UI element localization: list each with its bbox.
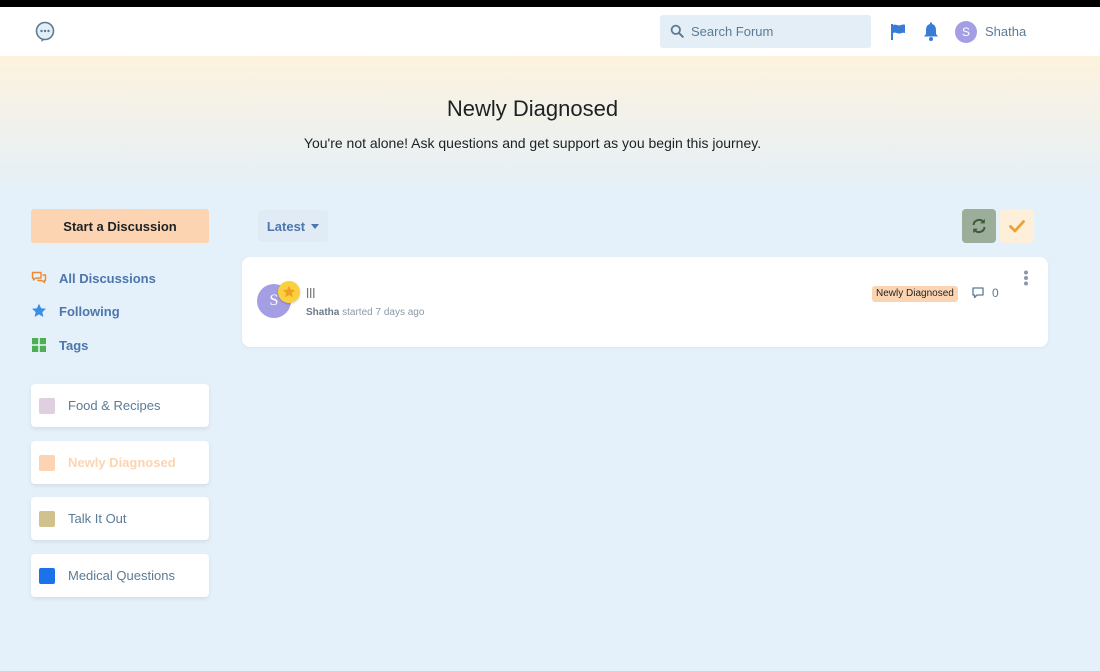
discussion-title[interactable]: lll xyxy=(306,285,315,301)
nav-tags[interactable]: Tags xyxy=(31,335,88,355)
nav-all-discussions[interactable]: All Discussions xyxy=(31,268,156,288)
user-avatar[interactable]: S xyxy=(955,21,977,43)
comments-icon xyxy=(31,271,47,284)
grid-icon xyxy=(32,338,46,352)
tag-talk-it-out[interactable]: Talk It Out xyxy=(31,497,209,540)
nav-following[interactable]: Following xyxy=(31,301,120,321)
tag-color-swatch xyxy=(39,567,55,584)
discussion-list-item[interactable]: S lll Shatha started 7 days ago Newly Di… xyxy=(242,257,1048,347)
top-strip xyxy=(0,0,1100,7)
tag-label: Newly Diagnosed xyxy=(68,455,176,470)
start-discussion-button[interactable]: Start a Discussion xyxy=(31,209,209,243)
sort-label: Latest xyxy=(266,218,306,234)
tag-medical-questions[interactable]: Medical Questions xyxy=(31,554,209,597)
tag-food-recipes[interactable]: Food & Recipes xyxy=(31,384,209,427)
header: Search Forum S Shatha xyxy=(0,7,1100,56)
tag-color-swatch xyxy=(39,510,55,527)
bell-icon[interactable] xyxy=(922,22,940,42)
tag-label: Talk It Out xyxy=(68,511,127,526)
tag-newly-diagnosed[interactable]: Newly Diagnosed xyxy=(31,441,209,484)
nav-label: Tags xyxy=(59,337,89,353)
tag-label: Medical Questions xyxy=(68,568,175,583)
tag-color-swatch xyxy=(39,397,55,414)
mark-all-read-button[interactable] xyxy=(1000,209,1034,243)
tag-label: Food & Recipes xyxy=(68,398,161,413)
nav-label: Following xyxy=(59,303,120,319)
discussion-started: started 7 days ago xyxy=(342,307,425,318)
discussion-author[interactable]: Shatha xyxy=(306,307,339,318)
reply-count: 0 xyxy=(971,286,999,300)
chat-bubble-icon[interactable] xyxy=(34,21,56,43)
refresh-button[interactable] xyxy=(962,209,996,243)
nav-label: All Discussions xyxy=(59,270,156,286)
sort-dropdown[interactable]: Latest xyxy=(258,210,328,242)
page-subtitle: You're not alone! Ask questions and get … xyxy=(303,135,762,151)
user-name[interactable]: Shatha xyxy=(985,24,1026,39)
page-title: Newly Diagnosed xyxy=(446,96,619,121)
hero-banner: Newly Diagnosed You're not alone! Ask qu… xyxy=(0,56,1100,196)
refresh-icon xyxy=(972,218,986,234)
check-icon xyxy=(1009,220,1025,233)
star-icon xyxy=(32,303,46,317)
search-placeholder: Search Forum xyxy=(691,24,774,39)
tag-color-swatch xyxy=(39,454,55,471)
star-icon xyxy=(282,285,296,298)
search-icon xyxy=(670,24,684,38)
discussion-tag-badge[interactable]: Newly Diagnosed xyxy=(872,286,958,302)
reply-count-value: 0 xyxy=(992,286,999,300)
caret-down-icon xyxy=(311,223,320,229)
comment-icon xyxy=(972,287,984,299)
more-vertical-icon[interactable] xyxy=(1022,270,1030,286)
discussion-meta: Shatha started 7 days ago xyxy=(306,307,424,318)
featured-star-badge xyxy=(278,281,300,303)
search-input[interactable]: Search Forum xyxy=(660,15,871,48)
flag-icon[interactable] xyxy=(889,23,907,41)
